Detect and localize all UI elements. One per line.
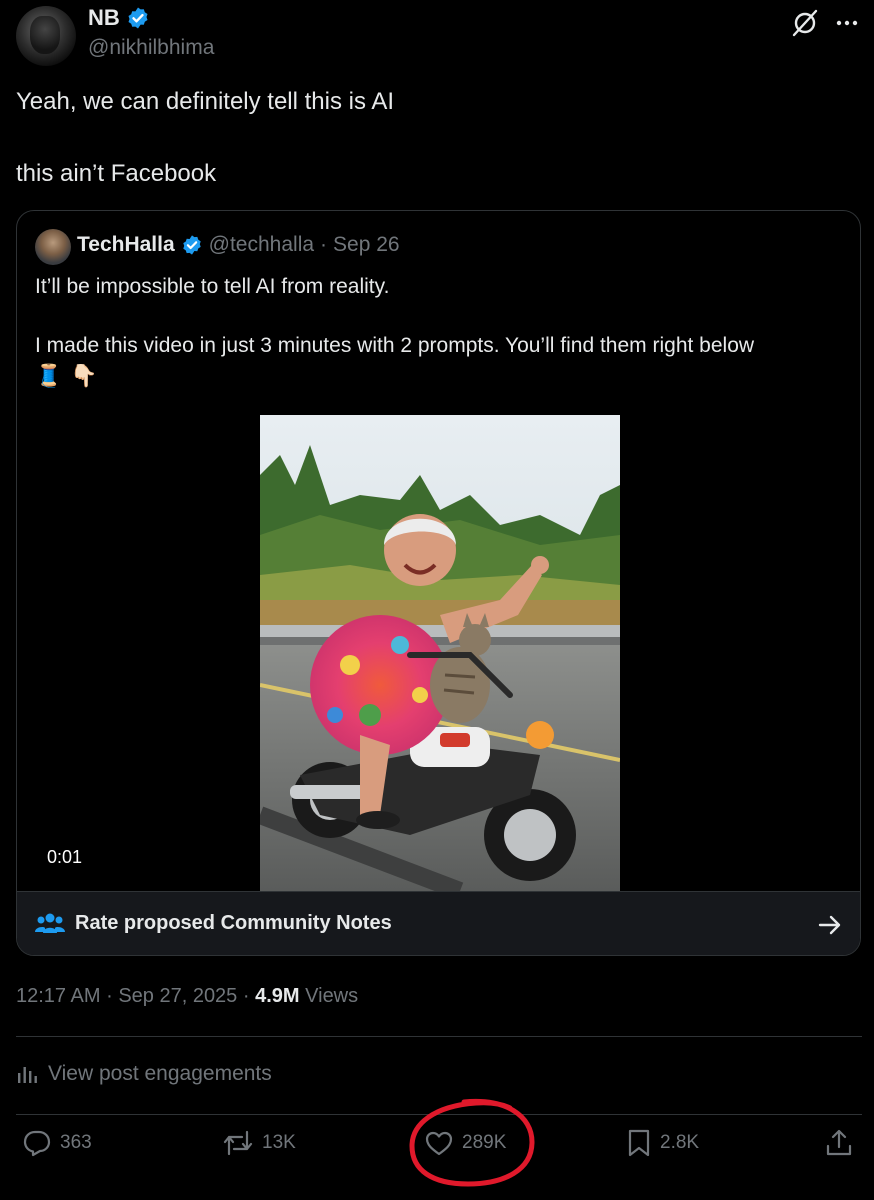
thread-emoji: 🧵 — [35, 363, 63, 388]
red-circle-annotation — [409, 1098, 535, 1187]
more-icon[interactable] — [834, 10, 860, 36]
quoted-post-card[interactable]: TechHalla @techhalla · Sep 26 It’ll be i… — [16, 210, 861, 956]
post-time[interactable]: 12:17 AM — [16, 985, 101, 1007]
verified-badge-icon — [182, 235, 201, 255]
quoted-header: TechHalla @techhalla · Sep 26 — [77, 233, 400, 257]
views-count: 4.9M — [255, 985, 300, 1007]
repost-button[interactable]: 13K — [222, 1128, 296, 1158]
meta-separator: · — [242, 985, 250, 1007]
video-thumbnail[interactable] — [260, 415, 620, 891]
share-icon — [826, 1129, 852, 1156]
reply-icon — [23, 1130, 51, 1157]
post-date[interactable]: Sep 27, 2025 — [118, 985, 237, 1007]
reply-count: 363 — [60, 1132, 92, 1153]
quoted-author-handle[interactable]: @techhalla — [209, 233, 314, 257]
community-notes-label[interactable]: Rate proposed Community Notes — [75, 912, 392, 935]
quoted-text-line-1: It’ll be impossible to tell AI from real… — [35, 275, 390, 298]
community-notes-icon — [35, 913, 65, 933]
video-timestamp: 0:01 — [47, 847, 83, 867]
grok-icon[interactable] — [790, 8, 820, 38]
quoted-text-line-2: I made this video in just 3 minutes with… — [35, 334, 755, 357]
share-button[interactable] — [824, 1128, 854, 1158]
author-name-row[interactable]: NB — [88, 5, 150, 31]
community-notes-bar[interactable]: Rate proposed Community Notes — [17, 891, 860, 955]
verified-badge-icon — [128, 7, 148, 29]
bookmark-button[interactable]: 2.8K — [626, 1128, 699, 1158]
pointing-down-emoji: 👇🏻 — [70, 363, 98, 388]
post-text-line-2: this ain’t Facebook — [16, 160, 217, 187]
repost-count: 13K — [262, 1132, 296, 1153]
view-engagements-link[interactable]: View post engagements — [16, 1062, 272, 1086]
engagements-label[interactable]: View post engagements — [48, 1062, 272, 1086]
repost-icon — [223, 1130, 253, 1156]
quoted-author-avatar[interactable] — [35, 229, 71, 265]
meta-separator: · — [106, 985, 113, 1007]
bookmark-count: 2.8K — [660, 1132, 700, 1153]
analytics-icon — [18, 1067, 37, 1083]
quoted-author-name[interactable]: TechHalla — [77, 233, 175, 257]
quoted-date[interactable]: Sep 26 — [333, 233, 400, 257]
author-handle[interactable]: @nikhilbhima — [88, 36, 214, 60]
quoted-separator: · — [320, 233, 328, 256]
author-avatar[interactable] — [16, 6, 76, 66]
bookmark-icon — [628, 1129, 650, 1157]
views-label: Views — [305, 985, 359, 1007]
divider — [16, 1036, 862, 1037]
post-text-line-1: Yeah, we can definitely tell this is AI — [16, 88, 394, 115]
quoted-emoji-row: 🧵 👇🏻 — [35, 363, 98, 389]
arrow-right-icon[interactable] — [817, 912, 843, 938]
header-actions — [790, 8, 860, 38]
post-timestamp: 12:17 AM · Sep 27, 2025 · 4.9M Views — [16, 985, 358, 1008]
author-name[interactable]: NB — [88, 5, 120, 31]
reply-button[interactable]: 363 — [22, 1128, 92, 1158]
